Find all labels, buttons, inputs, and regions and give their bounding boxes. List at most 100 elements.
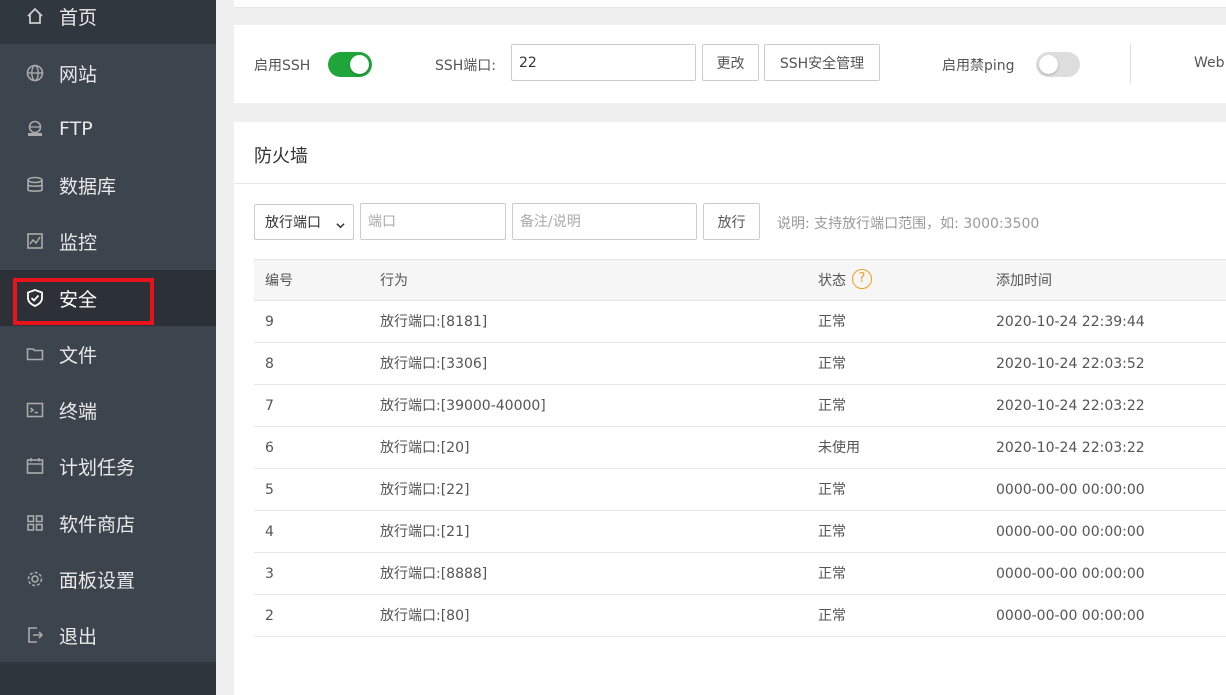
chevron-down-icon [336,218,345,229]
sidebar-footer [0,662,216,695]
allow-button[interactable]: 放行 [703,203,760,240]
select-value: 放行端口 [265,215,321,231]
web-label: Web [1194,55,1225,71]
ssh-port-input[interactable] [511,44,696,81]
port-input[interactable] [360,203,506,240]
sidebar-item-store[interactable]: 软件商店 [0,495,216,551]
cell-id: 4 [265,524,274,540]
ssh-enable-label: 启用SSH [254,58,311,74]
sidebar-item-settings[interactable]: 面板设置 [0,551,216,607]
sidebar-item-security[interactable]: 安全 [0,270,216,326]
grid-icon [25,513,45,533]
cell-action: 放行端口:[8181] [380,314,488,330]
table-row: 8 放行端口:[3306] 正常 2020-10-24 22:03:52 [254,343,1226,385]
cell-id: 2 [265,608,274,624]
terminal-icon [25,400,45,420]
table-row: 6 放行端口:[20] 未使用 2020-10-24 22:03:22 [254,427,1226,469]
cell-status: 正常 [818,356,846,372]
cell-action: 放行端口:[20] [380,440,470,456]
sidebar-item-label: 文件 [59,344,98,367]
table-row: 2 放行端口:[80] 正常 0000-00-00 00:00:00 [254,595,1226,637]
table-row: 9 放行端口:[8181] 正常 2020-10-24 22:39:44 [254,301,1226,343]
col-id: 编号 [265,273,293,289]
cell-action: 放行端口:[22] [380,482,470,498]
sidebar-item-label: 软件商店 [59,513,136,536]
cell-status: 正常 [818,566,846,582]
table-row: 5 放行端口:[22] 正常 0000-00-00 00:00:00 [254,469,1226,511]
cell-id: 6 [265,440,274,456]
sidebar-item-files[interactable]: 文件 [0,326,216,382]
cell-time: 0000-00-00 00:00:00 [996,608,1145,624]
sidebar-item-monitor[interactable]: 监控 [0,213,216,269]
cell-status: 正常 [818,524,846,540]
cell-time: 2020-10-24 22:03:52 [996,356,1145,372]
table-row: 4 放行端口:[21] 正常 0000-00-00 00:00:00 [254,511,1226,553]
table-header: 编号 行为 状态? 添加时间 [254,259,1226,301]
sidebar-item-terminal[interactable]: 终端 [0,382,216,438]
calendar-icon [25,456,45,476]
ping-label: 启用禁ping [942,58,1015,74]
sidebar-item-website[interactable]: 网站 [0,45,216,101]
cell-status: 正常 [818,608,846,624]
col-status: 状态? [818,260,872,302]
cell-id: 5 [265,482,274,498]
cell-status: 未使用 [818,440,860,456]
change-port-button[interactable]: 更改 [702,44,759,81]
cell-id: 8 [265,356,274,372]
cell-time: 0000-00-00 00:00:00 [996,566,1145,582]
database-icon [25,175,45,195]
cell-action: 放行端口:[3306] [380,356,488,372]
ssh-settings-card: 启用SSH SSH端口: 更改 SSH安全管理 启用禁ping Web [234,25,1226,103]
divider [234,183,1226,184]
note-input[interactable] [512,203,697,240]
sidebar-item-database[interactable]: 数据库 [0,157,216,213]
sidebar-item-label: 网站 [59,63,98,86]
sidebar-item-label: 监控 [59,231,98,254]
home-icon [25,6,45,26]
sidebar-item-label: 数据库 [59,175,117,198]
cell-time: 2020-10-24 22:03:22 [996,398,1145,414]
sidebar-item-home[interactable]: 首页 [0,0,216,44]
col-status-label: 状态 [818,273,846,289]
sidebar-item-label: 计划任务 [59,456,136,479]
divider [1130,43,1131,83]
ping-toggle[interactable] [1036,52,1080,77]
col-action: 行为 [380,273,408,289]
sidebar-item-logout[interactable]: 退出 [0,607,216,663]
table-row: 3 放行端口:[8888] 正常 0000-00-00 00:00:00 [254,553,1226,595]
cell-status: 正常 [818,398,846,414]
ssh-manage-button[interactable]: SSH安全管理 [764,44,880,81]
sidebar-item-label: FTP [59,118,93,140]
folder-icon [25,344,45,364]
rule-type-select[interactable]: 放行端口 [254,204,354,240]
gear-icon [25,569,45,589]
ssh-enable-toggle[interactable] [328,52,372,77]
sidebar-item-label: 退出 [59,625,98,648]
cell-time: 0000-00-00 00:00:00 [996,482,1145,498]
toggle-knob [1039,55,1058,74]
cell-id: 7 [265,398,274,414]
toggle-knob [350,55,369,74]
help-icon[interactable]: ? [852,269,872,289]
monitor-icon [25,231,45,251]
ftp-icon [25,119,45,139]
cell-action: 放行端口:[21] [380,524,470,540]
cell-id: 3 [265,566,274,582]
cell-action: 放行端口:[8888] [380,566,488,582]
cell-time: 2020-10-24 22:39:44 [996,314,1145,330]
cell-time: 0000-00-00 00:00:00 [996,524,1145,540]
top-card [234,0,1226,8]
globe-icon [25,63,45,83]
cell-time: 2020-10-24 22:03:22 [996,440,1145,456]
shield-icon [25,288,45,308]
cell-action: 放行端口:[80] [380,608,470,624]
sidebar-item-label: 面板设置 [59,569,136,592]
cell-action: 放行端口:[39000-40000] [380,398,546,414]
sidebar-item-cron[interactable]: 计划任务 [0,438,216,494]
logout-icon [25,625,45,645]
cell-status: 正常 [818,482,846,498]
sidebar-item-ftp[interactable]: FTP [0,101,216,157]
sidebar-item-label: 终端 [59,400,98,423]
sidebar-item-label: 安全 [59,288,98,311]
sidebar-item-label: 首页 [59,6,98,29]
